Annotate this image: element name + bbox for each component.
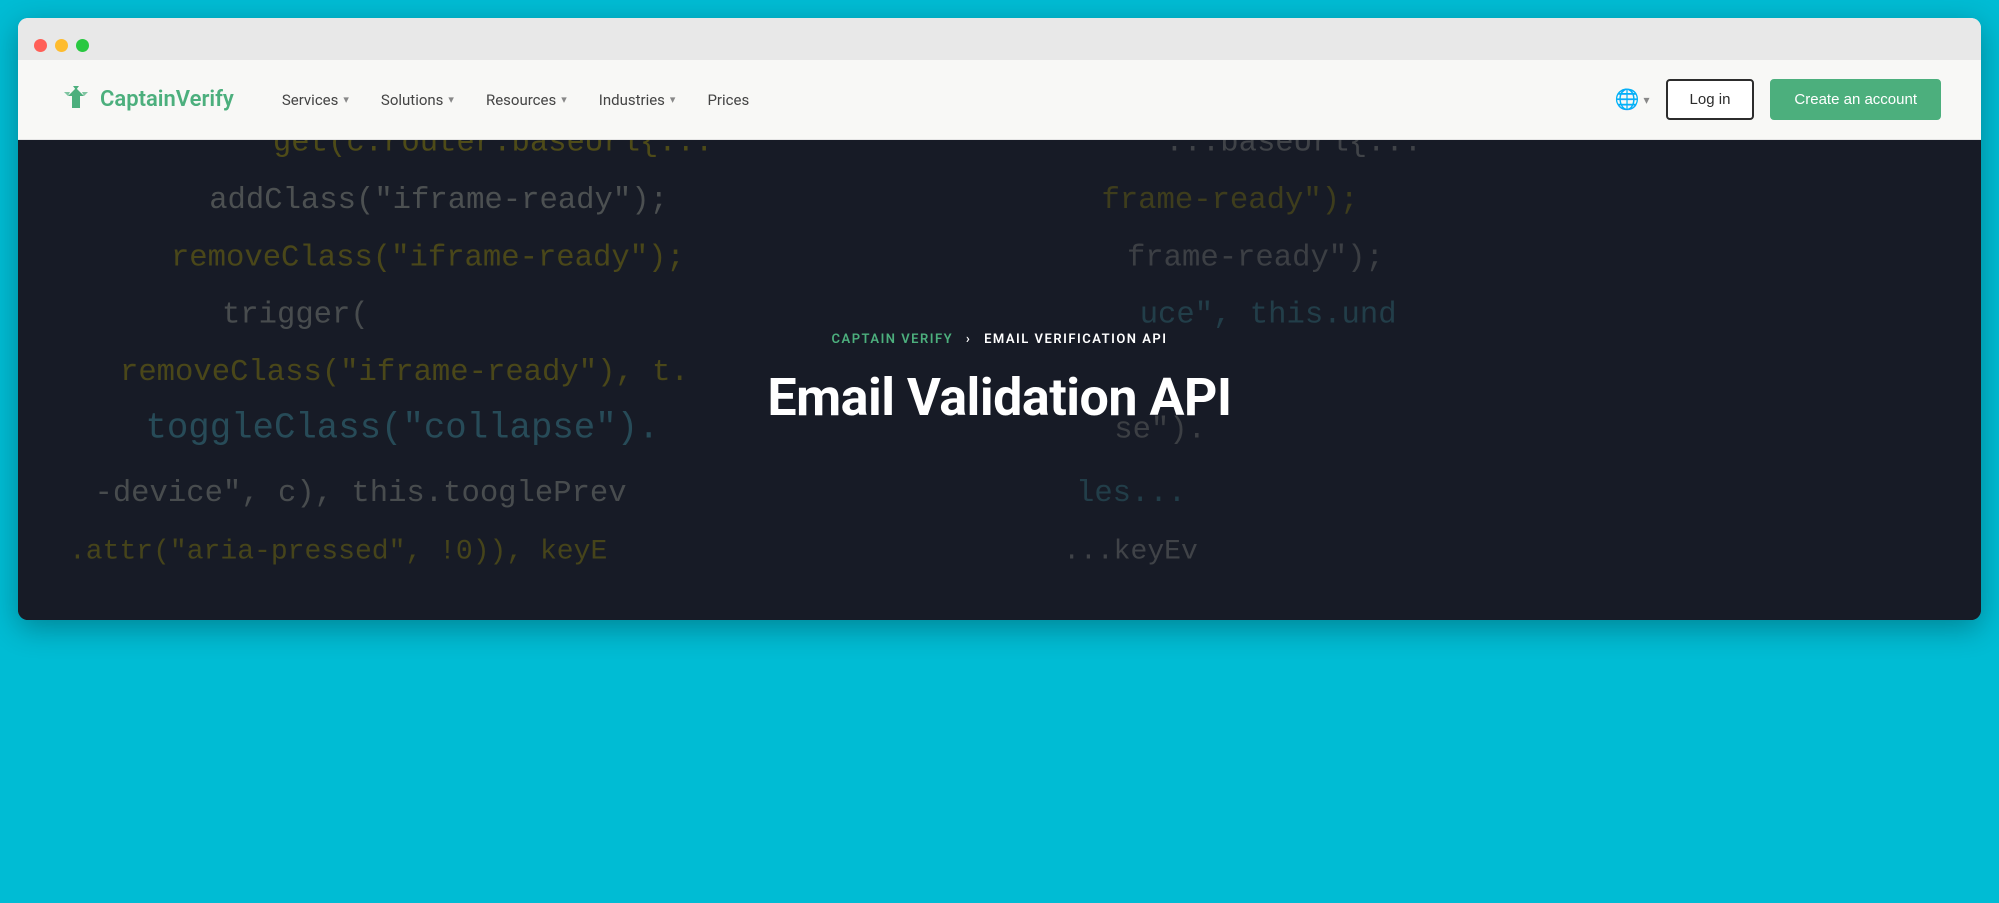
chevron-down-icon: ▾ — [670, 93, 676, 106]
nav-link-services[interactable]: Services ▾ — [282, 91, 349, 109]
hero-content: CAPTAIN VERIFY › EMAIL VERIFICATION API … — [767, 332, 1231, 428]
page-title: Email Validation API — [767, 367, 1231, 428]
navbar-right: 🌐 ▾ Log in Create an account — [1615, 79, 1941, 120]
nav-link-prices[interactable]: Prices — [707, 91, 749, 109]
nav-item-services[interactable]: Services ▾ — [282, 91, 349, 109]
nav-label-industries: Industries — [599, 91, 665, 109]
nav-label-services: Services — [282, 91, 339, 109]
breadcrumb: CAPTAIN VERIFY › EMAIL VERIFICATION API — [767, 332, 1231, 347]
nav-item-industries[interactable]: Industries ▾ — [599, 91, 676, 109]
nav-label-solutions: Solutions — [381, 91, 444, 109]
globe-icon: 🌐 — [1615, 87, 1640, 112]
language-selector[interactable]: 🌐 ▾ — [1615, 87, 1650, 112]
breadcrumb-parent: CAPTAIN VERIFY — [832, 332, 954, 347]
nav-item-resources[interactable]: Resources ▾ — [486, 91, 567, 109]
login-button[interactable]: Log in — [1666, 79, 1755, 120]
chevron-down-icon: ▾ — [343, 93, 349, 106]
nav-link-resources[interactable]: Resources ▾ — [486, 91, 567, 109]
navbar-left: CaptainVerify Services ▾ Solutions ▾ — [58, 86, 749, 114]
logo-text: CaptainVerify — [100, 87, 234, 112]
browser-window: CaptainVerify Services ▾ Solutions ▾ — [18, 18, 1981, 620]
minimize-button[interactable] — [55, 39, 68, 52]
logo[interactable]: CaptainVerify — [58, 86, 234, 114]
nav-item-prices[interactable]: Prices — [707, 91, 749, 109]
maximize-button[interactable] — [76, 39, 89, 52]
nav-label-prices: Prices — [707, 91, 749, 109]
close-button[interactable] — [34, 39, 47, 52]
logo-icon — [58, 86, 94, 114]
nav-link-solutions[interactable]: Solutions ▾ — [381, 91, 454, 109]
breadcrumb-separator: › — [966, 332, 971, 347]
chevron-down-icon: ▾ — [561, 93, 567, 106]
chevron-down-icon: ▾ — [1644, 93, 1650, 107]
nav-label-resources: Resources — [486, 91, 556, 109]
hero-section: get(c.router.baseUrl{... addClass("ifram… — [18, 140, 1981, 620]
nav-link-industries[interactable]: Industries ▾ — [599, 91, 676, 109]
chevron-down-icon: ▾ — [448, 93, 454, 106]
create-account-button[interactable]: Create an account — [1770, 79, 1941, 120]
logo-captain: Captain — [100, 87, 176, 112]
navbar: CaptainVerify Services ▾ Solutions ▾ — [18, 60, 1981, 140]
nav-item-solutions[interactable]: Solutions ▾ — [381, 91, 454, 109]
nav-links: Services ▾ Solutions ▾ Resources ▾ — [282, 91, 749, 109]
browser-chrome — [18, 18, 1981, 60]
logo-verify: Verify — [176, 87, 234, 112]
breadcrumb-current: EMAIL VERIFICATION API — [984, 332, 1167, 347]
